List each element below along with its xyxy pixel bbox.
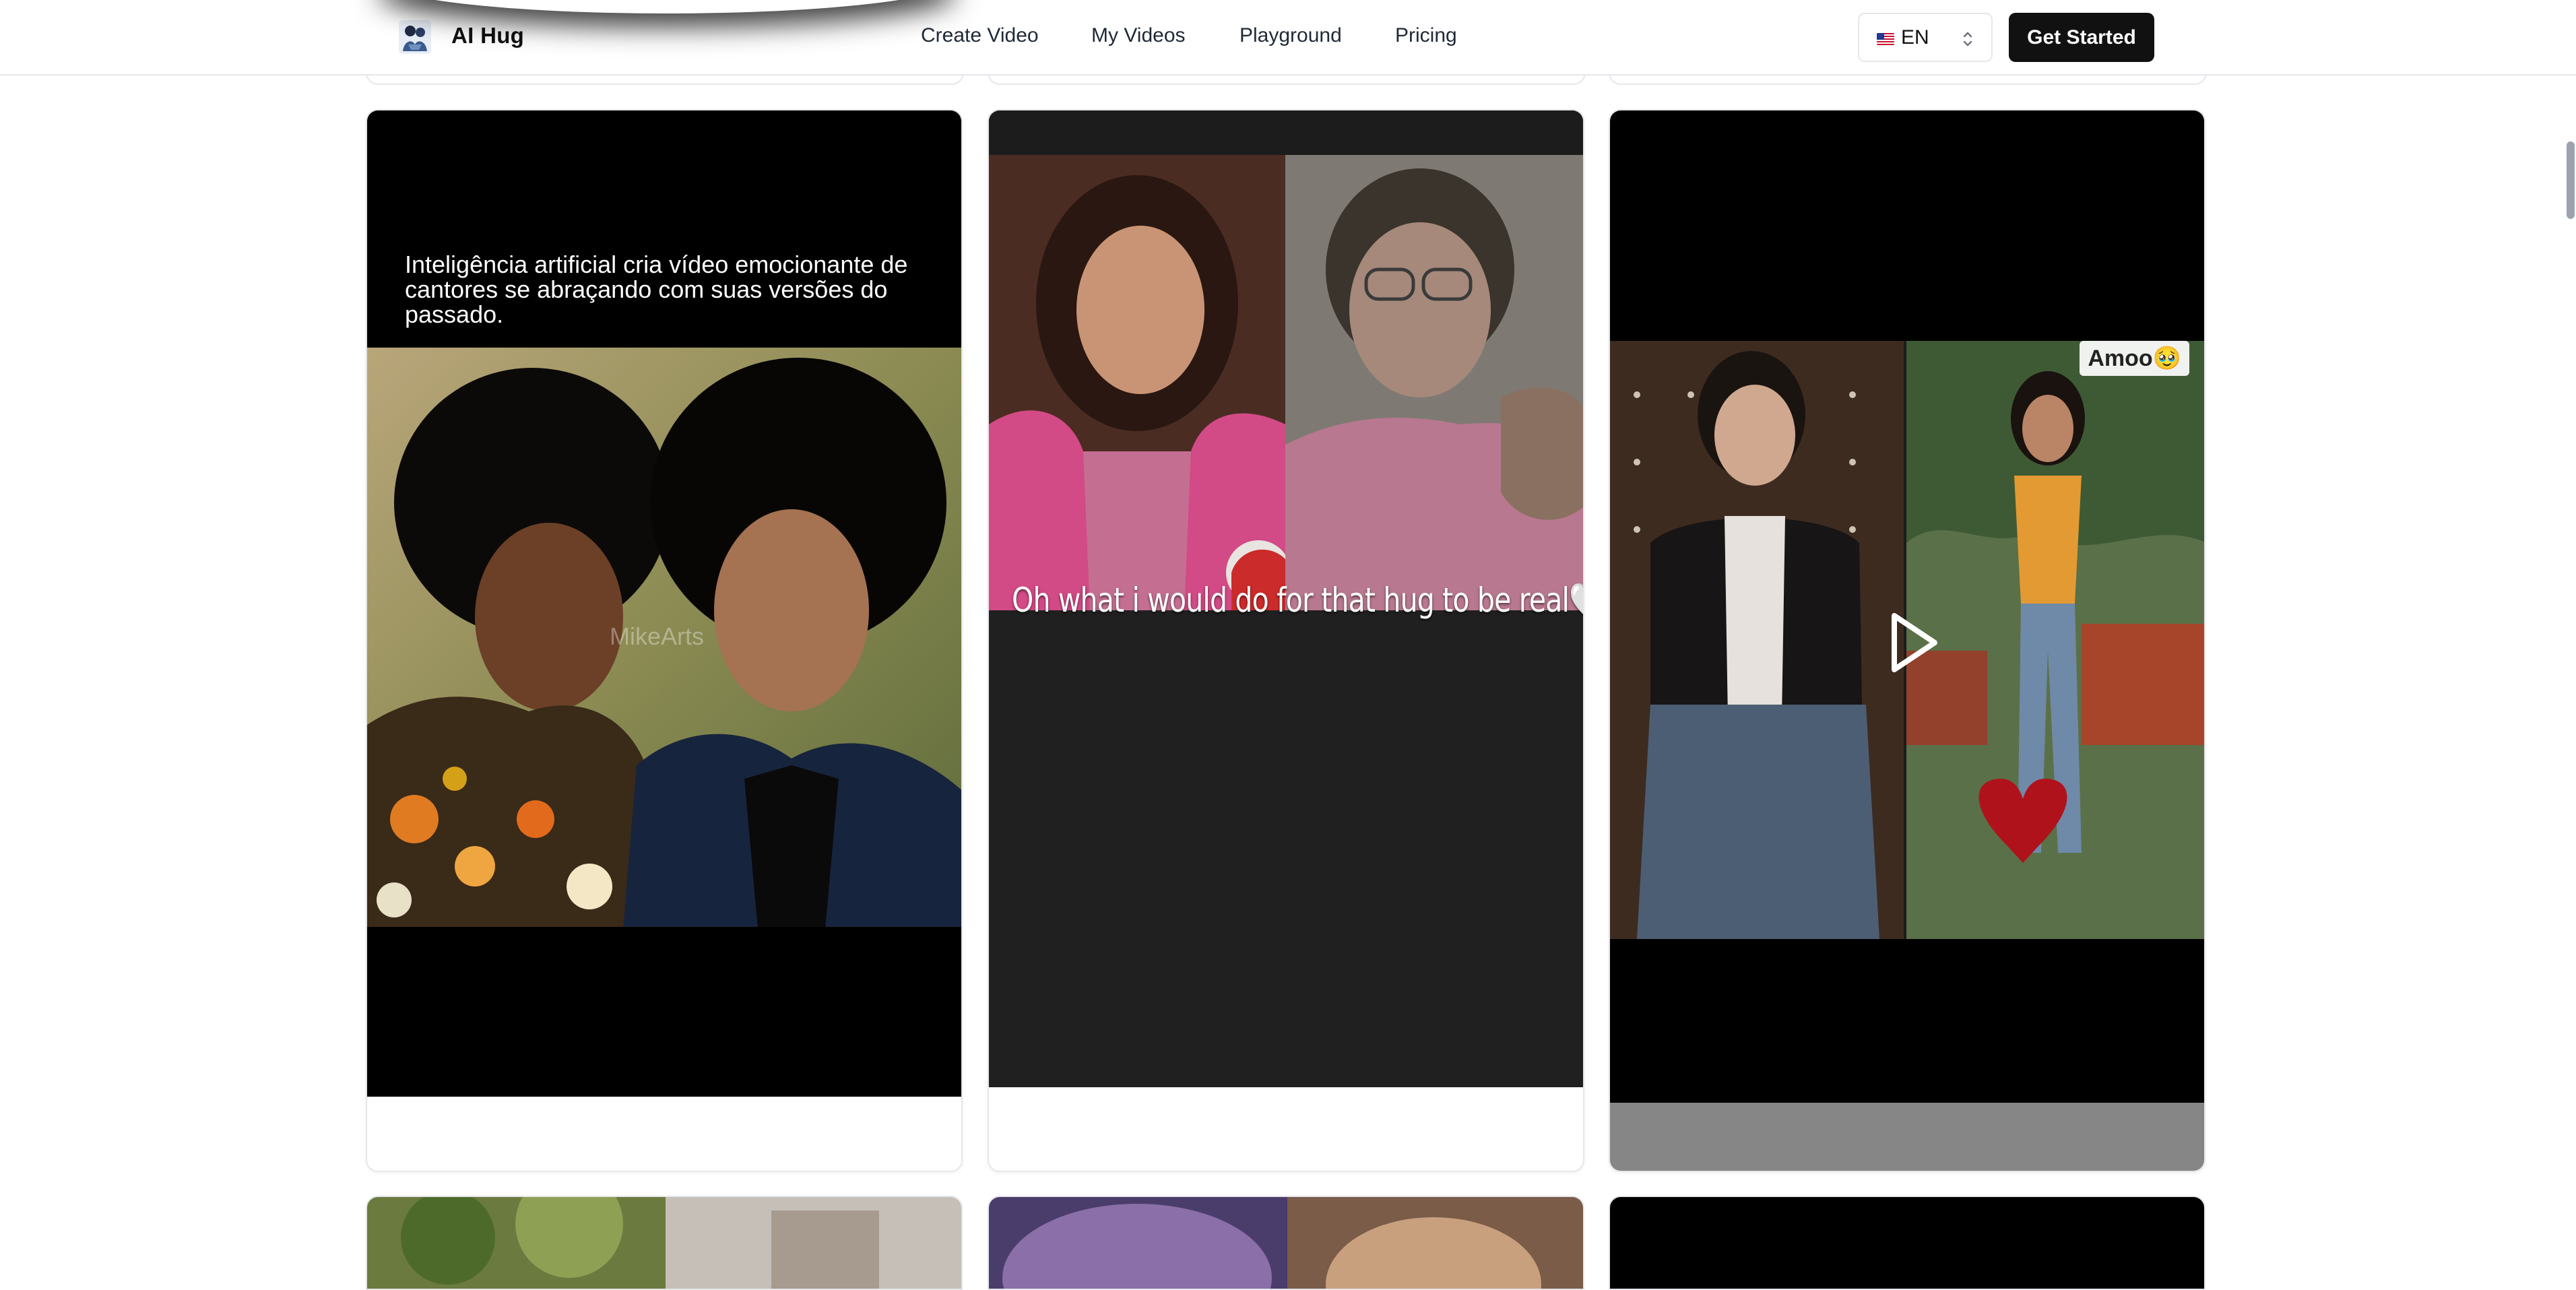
video-thumbnail[interactable]: Inteligência artificial cria vídeo emoci… <box>367 110 961 1097</box>
granddaughter-grandmother-image <box>989 155 1583 610</box>
us-flag-icon <box>1877 33 1894 45</box>
video-thumbnail-partial <box>989 1197 1583 1289</box>
get-started-button[interactable]: Get Started <box>2009 13 2154 62</box>
language-label: EN <box>1901 26 1929 49</box>
video-card[interactable]: Oh what i would do for that hug to be re… <box>988 109 1584 1172</box>
brand-name[interactable]: AI Hug <box>451 23 524 49</box>
video-thumbnail-partial <box>367 1197 961 1289</box>
watermark-text: MikeArts <box>610 622 705 650</box>
video-card[interactable]: Inteligência artificial cria vídeo emoci… <box>366 109 963 1172</box>
video-card-below-3[interactable] <box>1609 1196 2205 1290</box>
chevron-up-down-icon <box>1963 32 1972 46</box>
sticker-label: Amoo🥹 <box>2080 341 2189 376</box>
video-card-below-2[interactable] <box>988 1196 1584 1290</box>
video-caption: Inteligência artificial cria vídeo emoci… <box>405 251 908 328</box>
nav-my-videos[interactable]: My Videos <box>1091 24 1186 47</box>
video-card-below-1[interactable] <box>366 1196 963 1290</box>
video-thumbnail[interactable]: Amoo🥹 <box>1610 110 2204 1103</box>
nav-playground[interactable]: Playground <box>1239 24 1342 47</box>
nav-create-video[interactable]: Create Video <box>921 24 1039 47</box>
page-scrollbar[interactable] <box>2567 141 2575 219</box>
video-card[interactable]: Amoo🥹 <box>1609 109 2205 1172</box>
app-logo-icon[interactable] <box>399 20 431 54</box>
video-caption: Oh what i would do for that hug to be re… <box>1012 581 1583 620</box>
video-thumbnail[interactable]: Oh what i would do for that hug to be re… <box>989 110 1583 1087</box>
play-icon[interactable] <box>1888 610 1941 675</box>
language-selector[interactable]: EN <box>1858 13 1993 62</box>
nav-pricing[interactable]: Pricing <box>1395 24 1457 47</box>
top-nav-bar: AI Hug Create Video My Videos Playground… <box>0 0 2576 75</box>
card-footer <box>1610 1103 2204 1171</box>
